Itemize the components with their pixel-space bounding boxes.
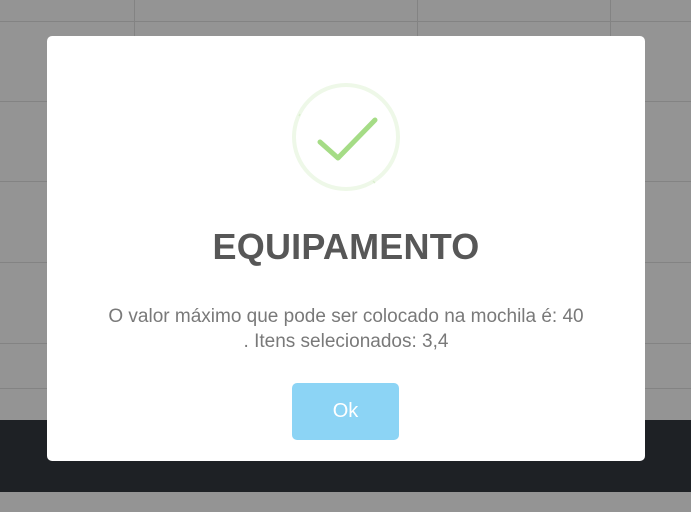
dialog-message: O valor máximo que pode ser colocado na …: [87, 304, 605, 354]
alert-dialog: EQUIPAMENTO O valor máximo que pode ser …: [47, 36, 645, 461]
page: EQUIPAMENTO O valor máximo que pode ser …: [0, 0, 691, 512]
success-check-icon: [292, 83, 400, 191]
ok-button[interactable]: Ok: [292, 383, 399, 440]
dialog-title: EQUIPAMENTO: [212, 226, 480, 267]
dialog-message-line-1: O valor máximo que pode ser colocado na …: [108, 306, 584, 327]
dialog-message-line-2: . Itens selecionados: 3,4: [243, 331, 449, 352]
